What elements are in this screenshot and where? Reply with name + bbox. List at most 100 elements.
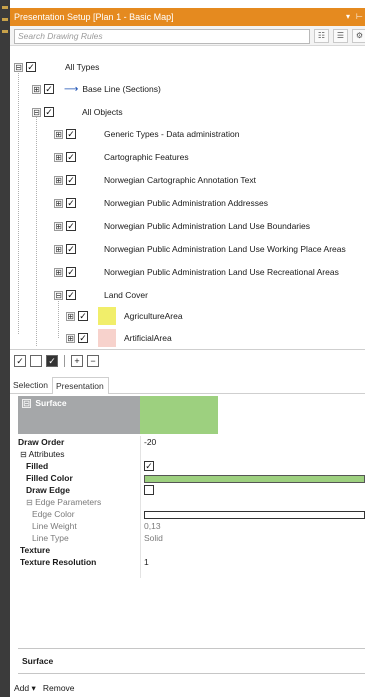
filled-color-value[interactable] [144,475,365,483]
prop-row-edge-color[interactable]: Edge Color [18,509,365,520]
edge-color-value[interactable] [144,511,365,519]
visibility-checkbox[interactable]: ✓ [66,175,76,185]
surface-header-label: Surface [35,398,67,408]
prop-row-line-type[interactable]: Line Type Solid [18,533,365,544]
expand-icon[interactable]: ⊞ [54,129,63,139]
visibility-checkbox[interactable]: ✓ [66,152,76,162]
collapse-icon[interactable]: ⊟ [22,399,31,408]
tree-item[interactable]: ⊞ ✓ Cartographic Features [54,149,189,165]
fill-color-swatch [98,329,116,347]
tree-toolbar: ✓ ✓ + − [10,349,365,371]
prop-row-attributes[interactable]: ⊟ Attributes [18,449,365,460]
expand-icon[interactable]: ⊞ [54,267,63,277]
tree-item[interactable]: ⊟ ✓ Land Cover [54,287,148,303]
dock-marker [2,30,8,33]
add-label: Add [14,683,30,693]
prop-row-filled[interactable]: Filled ✓ [18,461,365,472]
expand-icon[interactable]: ⊞ [32,84,41,94]
tree-item[interactable]: ⊞ ✓ AgricultureArea [66,307,183,325]
property-tabs: Selection Presentation [10,377,365,394]
visibility-checkbox[interactable]: ✓ [26,62,36,72]
surface-header[interactable]: ⊟ Surface [18,396,140,434]
left-dock-strip [0,0,10,697]
search-row: Search Drawing Rules ☷ ☰ ⚙ [10,26,365,46]
tab-presentation[interactable]: Presentation [51,377,109,394]
baseline-arrow-icon: ⟶ [64,83,79,95]
options-list-icon[interactable]: ☰ [333,29,348,43]
expand-all-button[interactable]: + [71,354,83,367]
tree-item[interactable]: ⊞ ✓ Norwegian Public Administration Addr… [54,195,268,211]
visibility-checkbox[interactable]: ✓ [78,311,88,321]
surface-color-preview [140,396,218,434]
collapse-all-button[interactable]: − [87,354,99,367]
visibility-checkbox[interactable]: ✓ [78,333,88,343]
texture-resolution-value[interactable]: 1 [144,557,149,568]
prop-row-texture-resolution[interactable]: Texture Resolution 1 [18,557,365,568]
tree-item[interactable]: ⊞ ✓ Generic Types - Data administration [54,126,239,142]
prop-row-line-weight[interactable]: Line Weight 0,13 [18,521,365,532]
prop-row-edge-parameters[interactable]: ⊟ Edge Parameters [18,497,365,508]
prop-row-texture[interactable]: Texture [18,545,365,556]
tree-item-label: Land Cover [104,290,148,300]
property-description: Surface [18,648,365,674]
tab-selection[interactable]: Selection [10,377,52,394]
expand-icon[interactable]: ⊞ [66,311,75,321]
expand-icon[interactable]: ⊞ [54,175,63,185]
expand-icon[interactable]: ⊞ [54,198,63,208]
uncheck-all-button[interactable] [30,354,42,367]
tree-item[interactable]: ⊟ ✓ All Objects [32,104,123,120]
prop-row-filled-color[interactable]: Filled Color [18,473,365,484]
prop-label: Edge Color [32,509,75,519]
visibility-checkbox[interactable]: ✓ [66,290,76,300]
collapse-icon[interactable]: ⊟ [54,290,63,300]
tree-item[interactable]: ⊞ ✓ ⟶ Base Line (Sections) [32,81,161,97]
visibility-checkbox[interactable]: ✓ [66,244,76,254]
collapse-icon[interactable]: ⊟ [32,107,41,117]
tree-item[interactable]: ⊞ ✓ Norwegian Public Administration Land… [54,241,346,257]
collapse-icon[interactable]: ⊟ [20,450,27,459]
collapse-icon[interactable]: ⊟ [26,498,33,507]
line-weight-value[interactable]: 0,13 [144,521,161,532]
visibility-checkbox[interactable]: ✓ [66,221,76,231]
tree-item-label: Norwegian Public Administration Land Use… [104,267,339,277]
line-type-value[interactable]: Solid [144,533,163,544]
bottom-toolbar: Add ▾ Remove [10,680,365,697]
expand-icon[interactable]: ⊞ [54,244,63,254]
draw-edge-checkbox[interactable] [144,485,154,495]
tree-item[interactable]: ⊞ ✓ Norwegian Cartographic Annotation Te… [54,172,256,188]
check-all-button[interactable]: ✓ [14,354,26,367]
fill-color-swatch [98,307,116,325]
expand-icon[interactable]: ⊞ [54,152,63,162]
collapse-icon[interactable]: ⊟ [14,62,23,72]
visibility-checkbox[interactable]: ✓ [66,198,76,208]
dock-marker [2,18,8,21]
tree-item[interactable]: ⊞ ✓ ArtificialArea [66,329,172,347]
add-button[interactable]: Add ▾ [14,683,36,693]
prop-label: ⊟ Attributes [20,449,142,460]
visibility-checkbox[interactable]: ✓ [66,129,76,139]
prop-row-draw-order[interactable]: Draw Order -20 [18,437,365,448]
prop-label: Filled Color [26,473,73,483]
presentation-setup-panel: Presentation Setup [Plan 1 - Basic Map] … [10,0,365,697]
toolbar-divider [64,354,65,367]
search-drawing-rules-input[interactable]: Search Drawing Rules [14,29,310,44]
dock-marker [2,6,8,9]
prop-row-draw-edge[interactable]: Draw Edge [18,485,365,496]
visibility-checkbox[interactable]: ✓ [44,107,54,117]
panel-menu-icon[interactable]: ▾ [346,8,350,26]
filled-checkbox[interactable]: ✓ [144,461,154,471]
expand-icon[interactable]: ⊞ [66,333,75,343]
draw-order-value[interactable]: -20 [144,437,156,448]
pin-icon[interactable]: ⊢ [356,8,363,26]
prop-label: Draw Edge [26,485,70,495]
check-selected-button[interactable]: ✓ [46,354,58,367]
expand-icon[interactable]: ⊞ [54,221,63,231]
settings-icon[interactable]: ⚙ [352,29,365,43]
tree-item[interactable]: ⊞ ✓ Norwegian Public Administration Land… [54,264,339,280]
visibility-checkbox[interactable]: ✓ [44,84,54,94]
tree-item[interactable]: ⊞ ✓ Norwegian Public Administration Land… [54,218,310,234]
filter-list-icon[interactable]: ☷ [314,29,329,43]
remove-button[interactable]: Remove [43,683,75,693]
visibility-checkbox[interactable]: ✓ [66,267,76,277]
tree-item[interactable]: ⊟ ✓ All Types [14,59,99,75]
